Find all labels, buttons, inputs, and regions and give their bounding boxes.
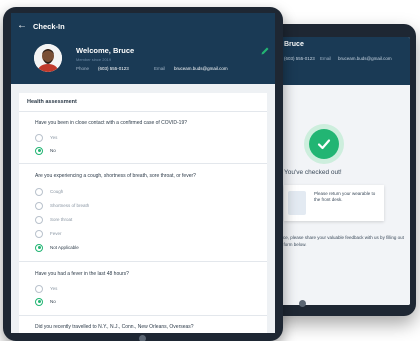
option-label: No: [50, 299, 56, 304]
radio-button[interactable]: [35, 215, 43, 224]
question-recent-travel: Did you recently travelled to N.Y., N.J.…: [35, 324, 194, 330]
return-wearable-card: Please return your wearable to the front…: [284, 185, 384, 221]
back-profile-header: Bruce (603) 555-0123 Email bruceam.buds@…: [270, 37, 410, 85]
option-label: No: [50, 148, 56, 153]
option-label: Not Applicable: [50, 245, 79, 250]
radio-button[interactable]: [35, 187, 43, 196]
pencil-icon[interactable]: [260, 46, 270, 56]
option-label: Shortness of breath: [50, 203, 90, 208]
back-home-button[interactable]: [299, 300, 306, 307]
avatar: [34, 44, 62, 72]
radio-button[interactable]: [35, 133, 43, 142]
success-check-icon: [304, 124, 344, 164]
option-shortness-of-breath[interactable]: Shortness of breath: [35, 201, 89, 210]
welcome-message: Welcome, Bruce: [76, 46, 135, 55]
question-covid-contact: Have you been in close contact with a co…: [35, 120, 188, 126]
back-email-label: Email: [320, 56, 332, 61]
back-tablet-screen: Bruce (603) 555-0123 Email bruceam.buds@…: [270, 37, 410, 305]
email-label: Email: [154, 66, 166, 71]
email-value: bruceam.buds@gmail.com: [174, 66, 228, 71]
return-wearable-text: Please return your wearable to the front…: [314, 191, 376, 202]
divider: [19, 315, 267, 316]
option-yes[interactable]: Yes: [35, 284, 57, 293]
option-label: Cough: [50, 189, 64, 194]
question-fever-48h: Have you had a fever in the last 48 hour…: [35, 271, 129, 277]
checked-out-message: You've checked out!: [284, 169, 342, 176]
option-no[interactable]: No: [35, 297, 56, 306]
option-no[interactable]: No: [35, 146, 56, 155]
option-sore-throat[interactable]: Sore throat: [35, 215, 72, 224]
arrow-left-icon[interactable]: ←: [17, 21, 27, 31]
back-email-value: bruceam.buds@gmail.com: [338, 56, 392, 61]
feedback-prompt: Bruce, please share your valuable feedba…: [276, 235, 404, 247]
health-assessment-form: Health assessment Have you been in close…: [19, 93, 267, 333]
section-title: Health assessment: [27, 99, 77, 105]
question-symptoms: Are you experiencing a cough, shortness …: [35, 173, 196, 179]
member-subtext: Member since 2019: [76, 57, 112, 62]
option-yes[interactable]: Yes: [35, 133, 57, 142]
radio-button-selected[interactable]: [35, 243, 43, 252]
back-user-name: Bruce: [284, 41, 304, 48]
option-cough[interactable]: Cough: [35, 187, 63, 196]
radio-button[interactable]: [35, 201, 43, 210]
radio-button[interactable]: [35, 284, 43, 293]
back-phone-value: (603) 555-0123: [284, 56, 315, 61]
page-title: Check-In: [33, 22, 65, 31]
divider: [19, 261, 267, 262]
home-button[interactable]: [139, 335, 146, 341]
divider: [19, 111, 267, 112]
option-label: Yes: [50, 135, 58, 140]
phone-value: (603) 555-0123: [98, 66, 129, 71]
option-label: Yes: [50, 286, 58, 291]
option-label: Sore throat: [50, 217, 73, 222]
front-tablet: ← Check-In Welcome, Bruce Member since 2…: [3, 7, 283, 341]
wearable-icon: [288, 191, 306, 215]
option-label: Fever: [50, 231, 62, 236]
radio-button-selected[interactable]: [35, 297, 43, 306]
phone-label: Phone: [76, 66, 90, 71]
radio-button[interactable]: [35, 229, 43, 238]
divider: [19, 163, 267, 164]
option-fever[interactable]: Fever: [35, 229, 62, 238]
front-tablet-screen: ← Check-In Welcome, Bruce Member since 2…: [11, 13, 275, 333]
profile-header: ← Check-In Welcome, Bruce Member since 2…: [11, 13, 275, 84]
radio-button-selected[interactable]: [35, 146, 43, 155]
option-not-applicable[interactable]: Not Applicable: [35, 243, 79, 252]
